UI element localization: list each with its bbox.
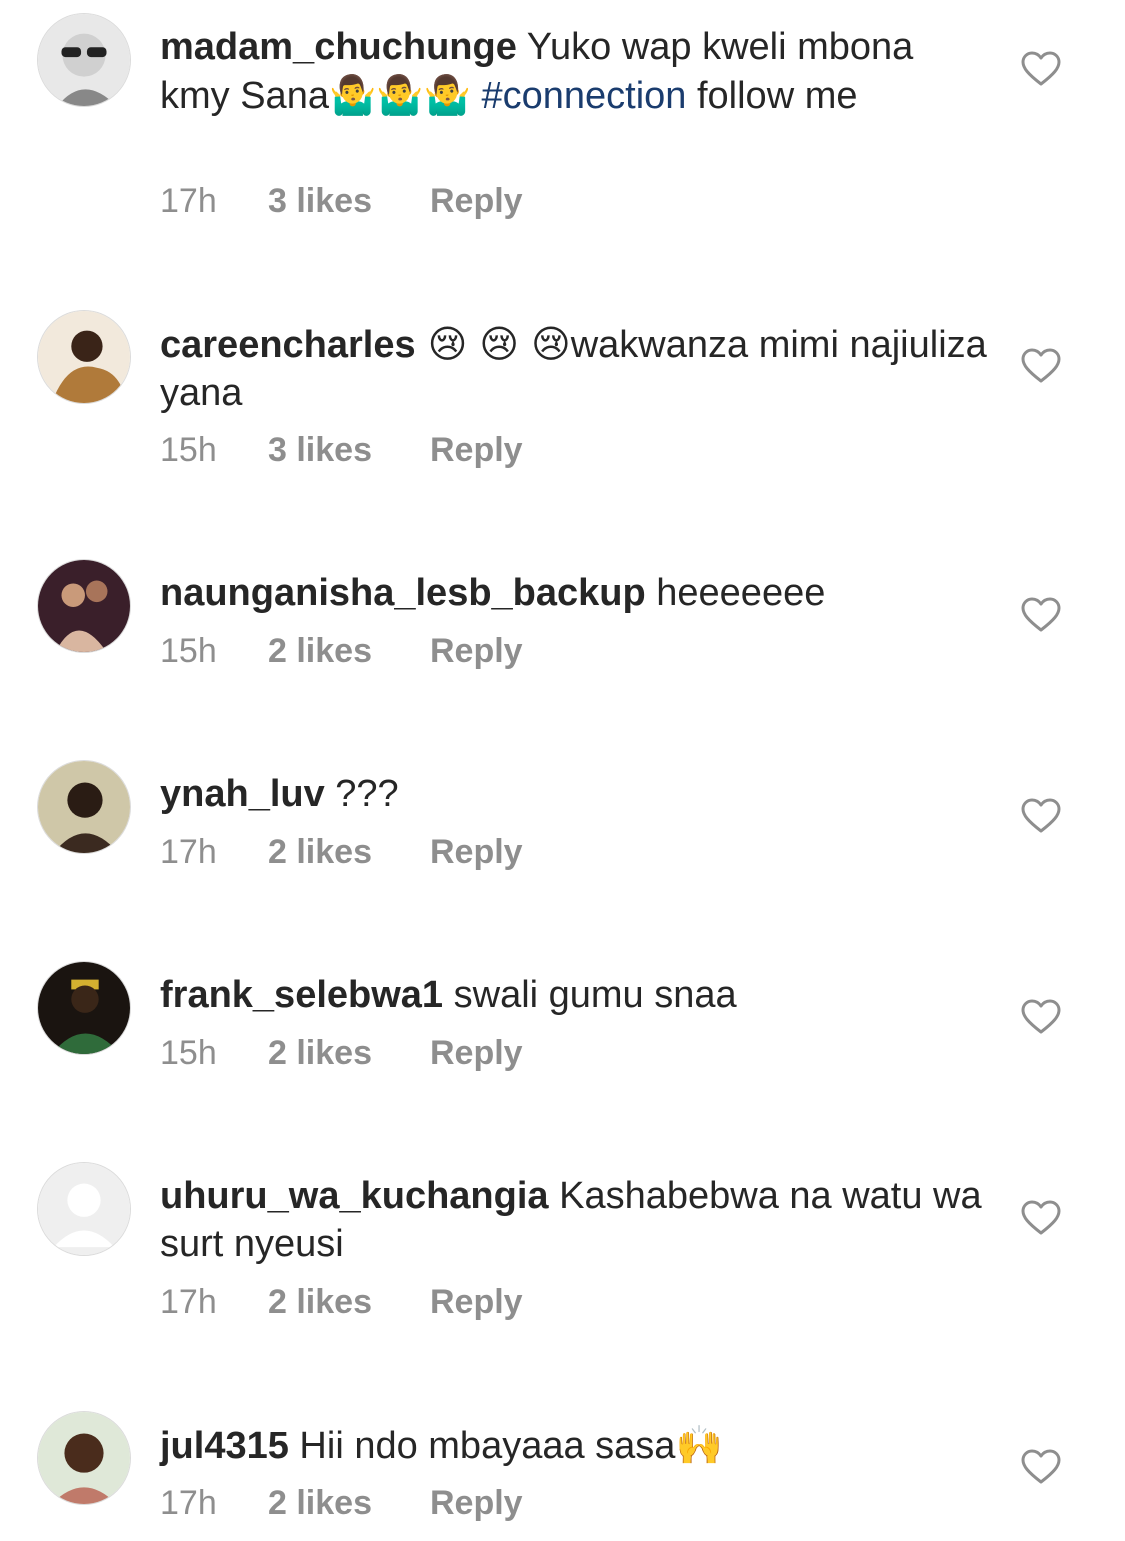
reply-button[interactable]: Reply xyxy=(430,181,523,221)
avatar-icon xyxy=(38,761,130,853)
avatar[interactable] xyxy=(37,760,131,854)
comment-username[interactable]: jul4315 xyxy=(160,1425,289,1467)
reply-button[interactable]: Reply xyxy=(430,1282,523,1322)
comment-username[interactable]: careencharles xyxy=(160,324,416,366)
crying-emoji: 😢 😢 😢 xyxy=(415,322,571,366)
heart-outline-icon xyxy=(1021,1200,1061,1235)
reply-button[interactable]: Reply xyxy=(430,430,523,470)
comment-meta: 17h 2 likes Reply xyxy=(160,832,523,872)
avatar-icon xyxy=(38,14,130,106)
comment-body-cont: follow me xyxy=(686,75,858,117)
hashtag-link[interactable]: #connection xyxy=(481,75,686,117)
comment-text: ynah_luv ??? xyxy=(160,770,990,818)
comment-likes[interactable]: 3 likes xyxy=(268,430,430,470)
avatar[interactable] xyxy=(37,961,131,1055)
comment-body: swali gumu snaa xyxy=(443,974,737,1016)
comment-time: 17h xyxy=(160,182,217,220)
like-button[interactable] xyxy=(1021,999,1061,1035)
avatar-icon xyxy=(38,962,130,1054)
comment-body: heeeeeee xyxy=(645,572,826,614)
comment-username[interactable]: naunganisha_lesb_backup xyxy=(160,572,646,614)
comment-body: ??? xyxy=(324,773,399,815)
heart-outline-icon xyxy=(1021,798,1061,833)
like-button[interactable] xyxy=(1021,1200,1061,1236)
comment-text: madam_chuchunge Yuko wap kweli mbona kmy… xyxy=(160,23,990,120)
raising-hands-emoji: 🙌 xyxy=(675,1423,723,1467)
comment-time: 17h xyxy=(160,833,217,871)
comment-meta: 15h 2 likes Reply xyxy=(160,1033,523,1073)
comment-time: 17h xyxy=(160,1484,217,1522)
comment-username[interactable]: ynah_luv xyxy=(160,773,325,815)
avatar-icon xyxy=(38,560,130,652)
comment-text: careencharles 😢 😢 😢wakwanza mimi najiuli… xyxy=(160,320,990,417)
like-button[interactable] xyxy=(1021,1449,1061,1485)
heart-outline-icon xyxy=(1021,597,1061,632)
avatar-icon xyxy=(38,311,130,403)
avatar[interactable] xyxy=(37,559,131,653)
heart-outline-icon xyxy=(1021,999,1061,1034)
avatar[interactable] xyxy=(37,1162,131,1256)
comment-time: 15h xyxy=(160,1034,217,1072)
comment-text: jul4315 Hii ndo mbayaaa sasa🙌 xyxy=(160,1421,990,1470)
comment-meta: 17h 3 likes Reply xyxy=(160,181,523,221)
reply-button[interactable]: Reply xyxy=(430,1483,523,1523)
reply-button[interactable]: Reply xyxy=(430,832,523,872)
reply-button[interactable]: Reply xyxy=(430,631,523,671)
reply-button[interactable]: Reply xyxy=(430,1033,523,1073)
comment-text: frank_selebwa1 swali gumu snaa xyxy=(160,971,990,1019)
comment-likes[interactable]: 3 likes xyxy=(268,181,430,221)
comment-time: 17h xyxy=(160,1283,217,1321)
comment-meta: 15h 3 likes Reply xyxy=(160,430,523,470)
shrug-emoji: 🤷‍♂️🤷‍♂️🤷‍♂️ xyxy=(328,73,471,117)
comment-meta: 17h 2 likes Reply xyxy=(160,1282,523,1322)
comment-likes[interactable]: 2 likes xyxy=(268,1282,430,1322)
like-button[interactable] xyxy=(1021,597,1061,633)
avatar-icon xyxy=(38,1412,130,1504)
comment-username[interactable]: frank_selebwa1 xyxy=(160,974,443,1016)
comment-likes[interactable]: 2 likes xyxy=(268,631,430,671)
avatar[interactable] xyxy=(37,310,131,404)
comment-time: 15h xyxy=(160,431,217,469)
heart-outline-icon xyxy=(1021,51,1061,86)
comment-likes[interactable]: 2 likes xyxy=(268,1033,430,1073)
default-avatar-icon xyxy=(38,1163,130,1255)
comment-likes[interactable]: 2 likes xyxy=(268,1483,430,1523)
comment-text: naunganisha_lesb_backup heeeeeee xyxy=(160,569,990,617)
heart-outline-icon xyxy=(1021,1449,1061,1484)
comment-username[interactable]: uhuru_wa_kuchangia xyxy=(160,1175,549,1217)
comment-meta: 15h 2 likes Reply xyxy=(160,631,523,671)
comment-username[interactable]: madam_chuchunge xyxy=(160,26,517,68)
comment-meta: 17h 2 likes Reply xyxy=(160,1483,523,1523)
like-button[interactable] xyxy=(1021,798,1061,834)
comment-body: Hii ndo mbayaaa sasa xyxy=(288,1425,676,1467)
avatar[interactable] xyxy=(37,13,131,107)
comment-text: uhuru_wa_kuchangia Kashabebwa na watu wa… xyxy=(160,1172,990,1268)
heart-outline-icon xyxy=(1021,348,1061,383)
comment-likes[interactable]: 2 likes xyxy=(268,832,430,872)
like-button[interactable] xyxy=(1021,51,1061,87)
avatar[interactable] xyxy=(37,1411,131,1505)
comment-time: 15h xyxy=(160,632,217,670)
like-button[interactable] xyxy=(1021,348,1061,384)
